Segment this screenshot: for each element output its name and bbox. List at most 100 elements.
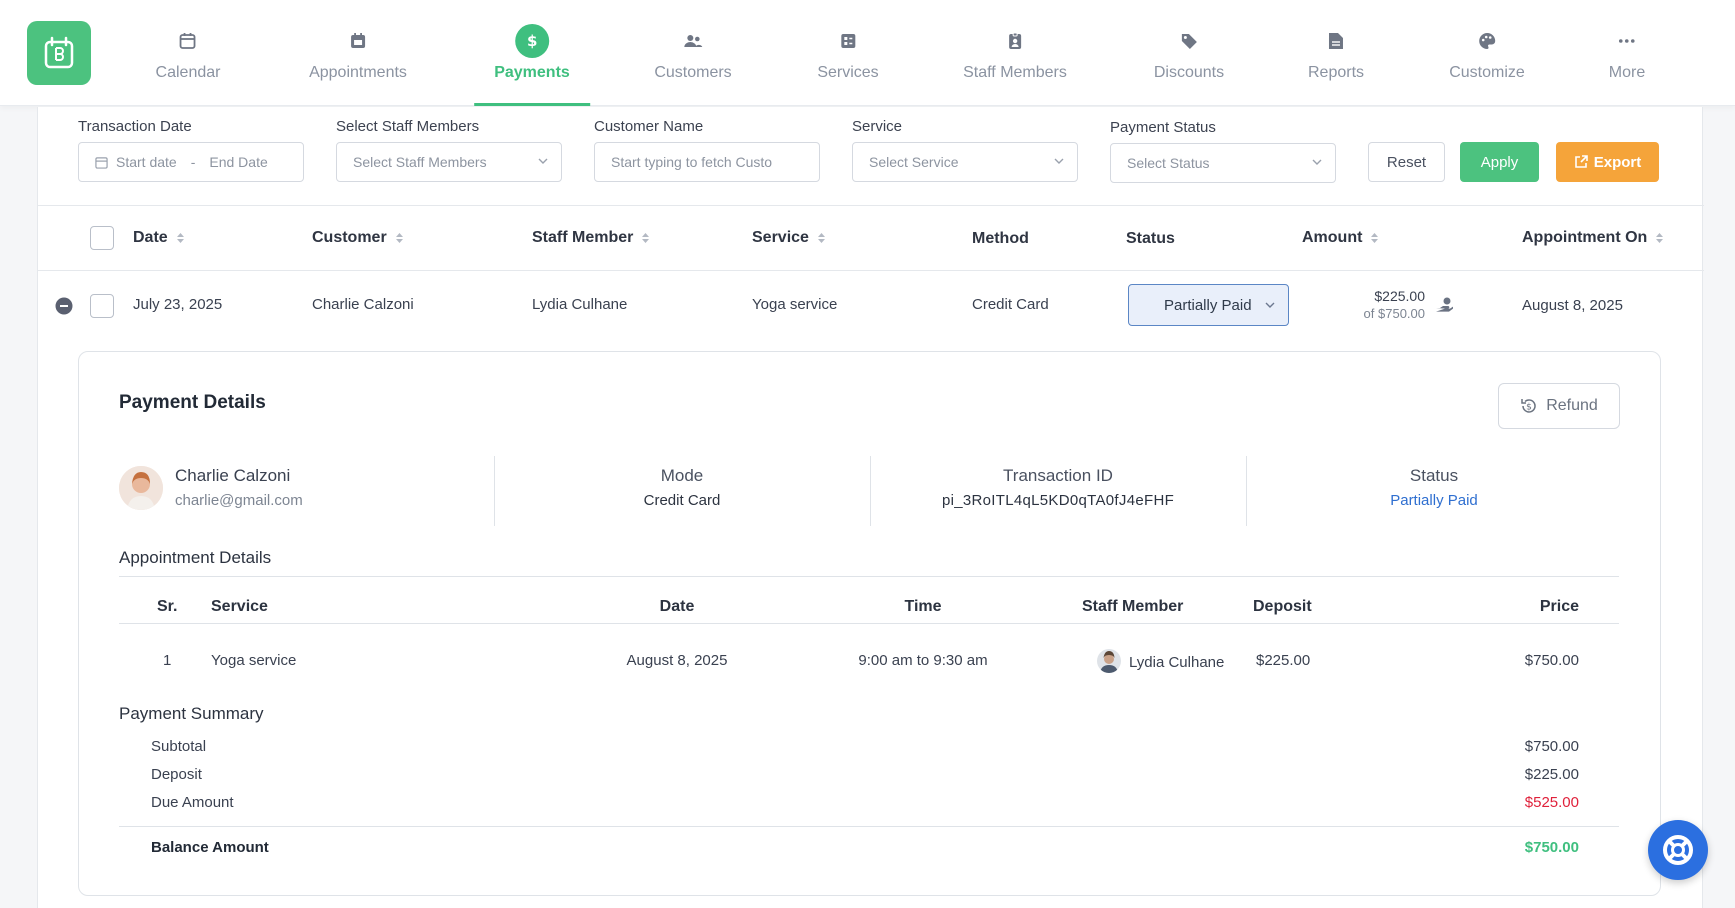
row-status-value: Partially Paid (1164, 296, 1252, 314)
staff-select[interactable]: Select Staff Members (336, 142, 562, 182)
payments-table-header: Date Customer Staff Member Service Metho… (38, 205, 1704, 271)
transaction-id-label: Transaction ID (1003, 466, 1113, 485)
chevron-down-icon (1264, 298, 1276, 315)
appointment-details-title: Appointment Details (119, 548, 272, 567)
select-all-checkbox[interactable] (90, 226, 114, 250)
customer-filter-label: Customer Name (594, 118, 704, 135)
nav-label: Customers (654, 64, 732, 81)
service-select-placeholder: Select Service (869, 154, 959, 170)
appt-col-price: Price (1539, 598, 1579, 615)
users-icon (676, 24, 710, 58)
nav-label: Staff Members (963, 64, 1067, 81)
appt-sr: 1 (163, 652, 172, 669)
appt-col-date: Date (659, 598, 695, 615)
nav-payments[interactable]: $ Payments (474, 0, 590, 106)
deposit-label: Deposit (151, 766, 202, 783)
sort-icon (176, 232, 185, 244)
transaction-date-range-input[interactable]: Start date - End Date (78, 142, 304, 182)
transaction-date-label: Transaction Date (78, 118, 192, 135)
nav-label: Reports (1307, 64, 1365, 81)
appt-staff: Lydia Culhane (1129, 654, 1225, 671)
transaction-id-value: pi_3RoITL4qL5KD0qTA0fJ4eFHF (941, 492, 1175, 509)
appt-col-time: Time (904, 598, 942, 615)
nav-label: Customize (1449, 64, 1525, 81)
customer-avatar (119, 466, 163, 510)
collapse-row-icon[interactable] (55, 297, 73, 315)
date-separator: - (190, 154, 196, 170)
appt-time: 9:00 am to 9:30 am (858, 652, 988, 669)
column-service[interactable]: Service (752, 206, 826, 270)
end-date-placeholder: End Date (209, 154, 268, 170)
start-date-placeholder: Start date (116, 154, 177, 170)
row-status-dropdown[interactable]: Partially Paid (1128, 284, 1289, 326)
tag-icon (1172, 24, 1206, 58)
nav-more[interactable]: More (1609, 0, 1645, 106)
sort-icon (817, 232, 826, 244)
column-date[interactable]: Date (133, 206, 185, 270)
row-date: July 23, 2025 (133, 296, 223, 313)
row-amount-total: of $750.00 (1363, 306, 1425, 321)
export-button[interactable]: Export (1556, 142, 1659, 182)
export-label: Export (1593, 153, 1642, 171)
row-staff: Lydia Culhane (532, 296, 628, 313)
nav-label: More (1608, 64, 1646, 81)
chevron-down-icon (537, 154, 549, 170)
payment-details-panel: Payment Details $ Refund Charlie Calzoni… (78, 351, 1661, 896)
staff-filter-label: Select Staff Members (336, 118, 480, 135)
column-amount[interactable]: Amount (1302, 206, 1379, 270)
customer-name: Charlie Calzoni (175, 466, 291, 485)
payment-details-title: Payment Details (119, 392, 266, 413)
row-checkbox[interactable] (90, 294, 114, 318)
more-dots-icon (1610, 24, 1644, 58)
appt-col-sr: Sr. (157, 598, 178, 615)
column-staff-member[interactable]: Staff Member (532, 206, 650, 270)
nav-discounts[interactable]: Discounts (1154, 0, 1224, 106)
customer-input-placeholder: Start typing to fetch Custo (611, 154, 773, 170)
services-icon (831, 24, 865, 58)
calendar-icon (95, 156, 108, 169)
row-amount-paid: $225.00 (1374, 288, 1425, 304)
help-button[interactable] (1648, 820, 1708, 880)
appt-service: Yoga service (211, 652, 297, 669)
nav-staff-members[interactable]: Staff Members (963, 0, 1067, 106)
nav-label: Appointments (309, 64, 407, 81)
appt-date: August 8, 2025 (626, 652, 728, 669)
chevron-down-icon (1053, 154, 1065, 170)
mode-label: Mode (660, 466, 704, 485)
column-appointment-on[interactable]: Appointment On (1522, 206, 1664, 270)
payment-status-label: Payment Status (1110, 119, 1216, 136)
staff-badge-icon (998, 24, 1032, 58)
reset-button[interactable]: Reset (1368, 142, 1445, 182)
staff-select-placeholder: Select Staff Members (353, 154, 487, 170)
appt-deposit: $225.00 (1256, 652, 1311, 669)
svg-text:$: $ (527, 32, 537, 50)
customer-name-input[interactable]: Start typing to fetch Custo (594, 142, 820, 182)
nav-appointments[interactable]: Appointments (309, 0, 407, 106)
divider (119, 576, 1619, 577)
balance-amount-value: $750.00 (1524, 839, 1579, 856)
refund-button[interactable]: $ Refund (1498, 383, 1620, 429)
service-select[interactable]: Select Service (852, 142, 1078, 182)
nav-customize[interactable]: Customize (1449, 0, 1525, 106)
divider (119, 623, 1619, 624)
deposit-value: $225.00 (1524, 766, 1579, 783)
nav-label: Payments (494, 64, 570, 81)
app-logo[interactable] (27, 21, 91, 85)
nav-reports[interactable]: Reports (1308, 0, 1364, 106)
divider (119, 826, 1619, 827)
apply-button[interactable]: Apply (1460, 142, 1539, 182)
hand-coin-icon[interactable] (1435, 295, 1455, 315)
nav-services[interactable]: Services (817, 0, 879, 106)
due-amount-label: Due Amount (151, 794, 234, 811)
status-select[interactable]: Select Status (1110, 143, 1336, 183)
column-customer[interactable]: Customer (312, 206, 404, 270)
calendar-icon (171, 24, 205, 58)
sort-icon (1655, 232, 1664, 244)
palette-icon (1470, 24, 1504, 58)
appt-col-staff: Staff Member (1082, 598, 1184, 615)
svg-text:$: $ (1526, 403, 1532, 413)
nav-label: Services (817, 64, 879, 81)
nav-calendar[interactable]: Calendar (156, 0, 220, 106)
nav-customers[interactable]: Customers (654, 0, 732, 106)
payment-status-label: Status (1409, 466, 1459, 485)
